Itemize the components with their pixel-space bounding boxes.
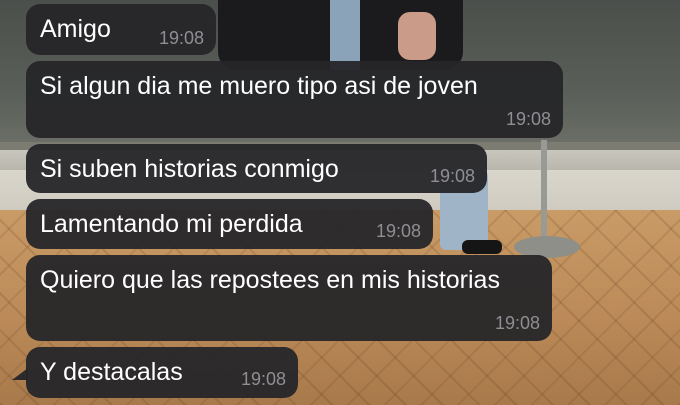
- message-timestamp: 19:08: [375, 221, 421, 241]
- message-bubble[interactable]: Y destacalas 19:08: [26, 347, 298, 398]
- message-text: Y destacalas: [40, 358, 183, 386]
- wallpaper-person-jeans: [330, 0, 360, 70]
- message-timestamp: 19:08: [158, 28, 204, 48]
- message-text: Quiero que las repostees en mis historia…: [40, 266, 500, 294]
- message-bubble[interactable]: Amigo 19:08: [26, 4, 216, 55]
- message-text: Si suben historias conmigo: [40, 155, 339, 183]
- message-bubble[interactable]: Lamentando mi perdida 19:08: [26, 199, 433, 249]
- message-timestamp: 19:08: [240, 369, 286, 389]
- message-bubble[interactable]: Si algun dia me muero tipo asi de joven …: [26, 61, 563, 138]
- message-text: Si algun dia me muero tipo asi de joven: [40, 72, 478, 100]
- message-text: Lamentando mi perdida: [40, 210, 303, 238]
- wallpaper-person-hand: [398, 12, 436, 60]
- message-bubble-tail: [12, 368, 28, 380]
- message-text: Amigo: [40, 15, 111, 43]
- message-timestamp: 19:08: [505, 109, 551, 129]
- message-bubble[interactable]: Si suben historias conmigo 19:08: [26, 144, 487, 193]
- wallpaper-stanchion-pole: [541, 140, 547, 250]
- message-bubble[interactable]: Quiero que las repostees en mis historia…: [26, 255, 552, 341]
- wallpaper-person-shoe: [462, 240, 502, 254]
- message-timestamp: 19:08: [494, 313, 540, 333]
- message-timestamp: 19:08: [429, 166, 475, 186]
